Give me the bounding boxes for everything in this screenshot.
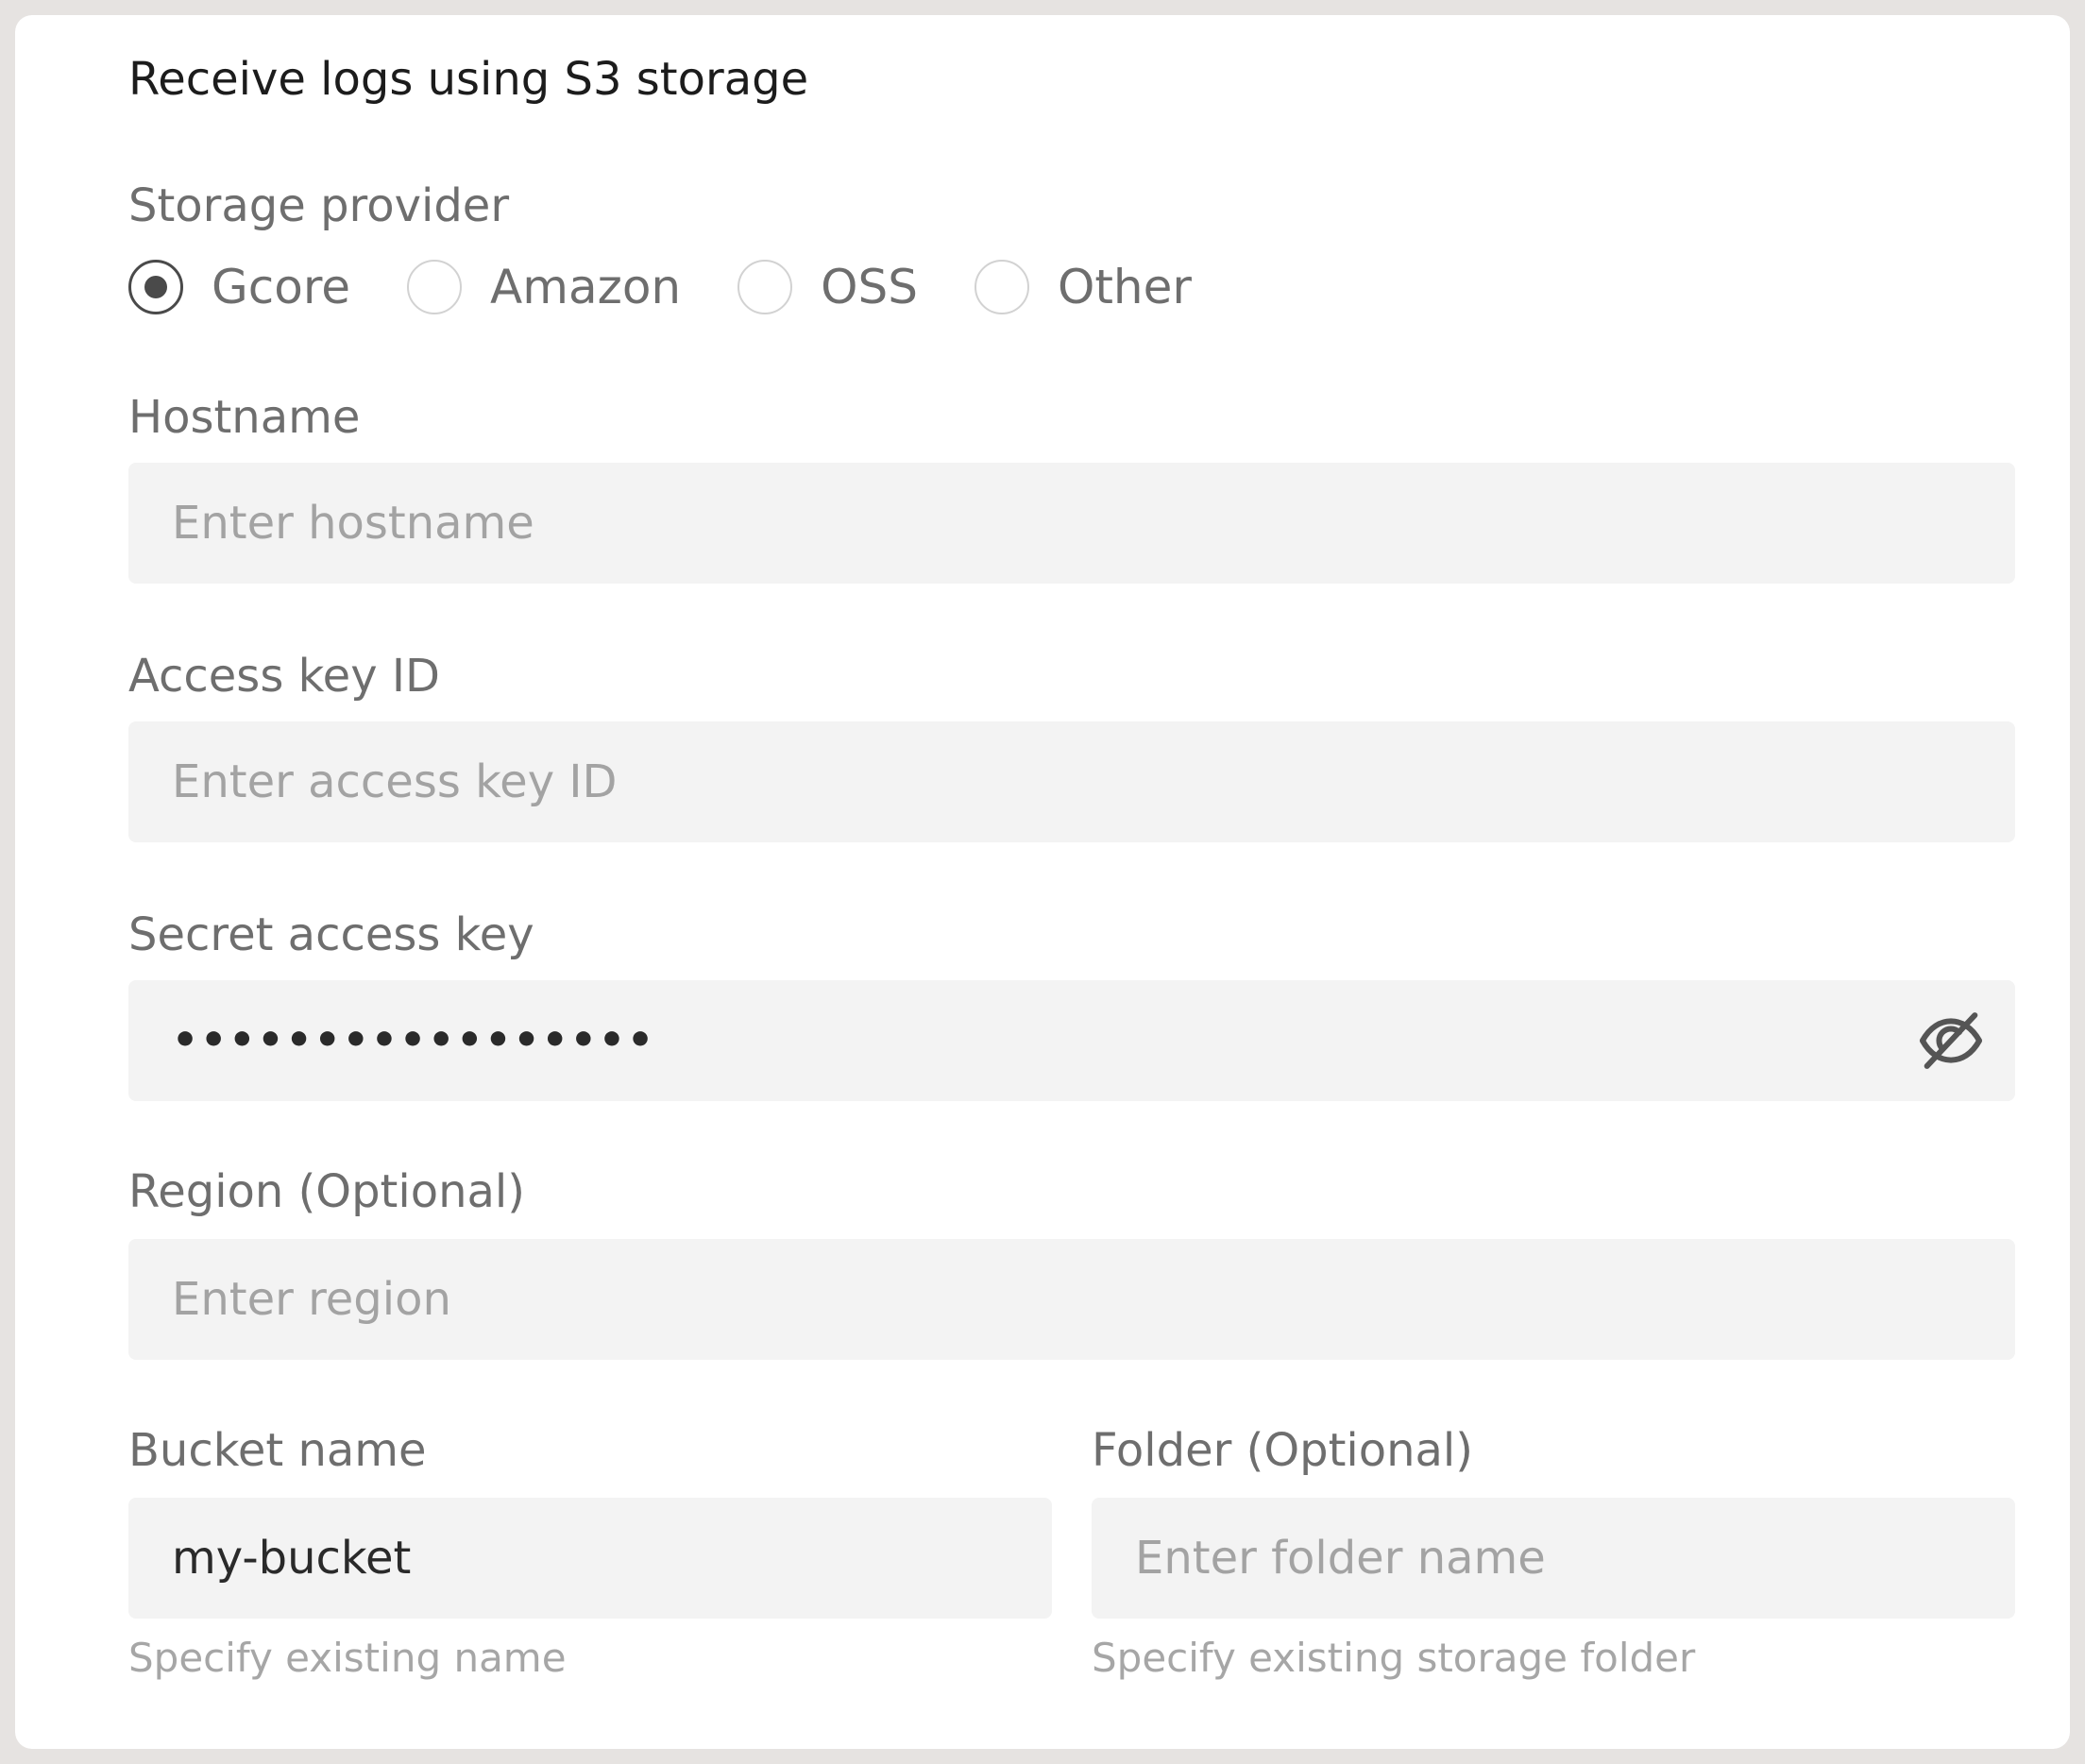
folder-hint: Specify existing storage folder: [1092, 1635, 1696, 1681]
radio-gcore[interactable]: Gcore: [128, 259, 350, 315]
eye-off-icon[interactable]: [1913, 1003, 1989, 1078]
radio-other[interactable]: Other: [974, 259, 1192, 315]
secret-access-key-label: Secret access key: [128, 908, 534, 961]
radio-oss-circle[interactable]: [737, 260, 793, 314]
radio-other-label[interactable]: Other: [1058, 259, 1192, 315]
region-label: Region (Optional): [128, 1165, 525, 1218]
radio-amazon[interactable]: Amazon: [407, 259, 681, 315]
radio-gcore-label[interactable]: Gcore: [212, 259, 350, 315]
folder-field[interactable]: [1092, 1498, 2015, 1619]
radio-amazon-label[interactable]: Amazon: [490, 259, 681, 315]
radio-selected-dot: [144, 276, 167, 298]
radio-oss[interactable]: OSS: [737, 259, 918, 315]
storage-provider-radio-group: Gcore Amazon OSS Other: [128, 259, 1192, 315]
access-key-id-label: Access key ID: [128, 650, 440, 703]
radio-amazon-circle[interactable]: [407, 260, 463, 314]
hostname-label: Hostname: [128, 391, 361, 444]
access-key-id-input[interactable]: [172, 755, 1992, 808]
radio-gcore-circle[interactable]: [128, 260, 183, 314]
hostname-field[interactable]: [128, 463, 2015, 584]
storage-provider-label: Storage provider: [128, 179, 510, 232]
folder-input[interactable]: [1135, 1532, 1992, 1585]
bucket-name-field[interactable]: [128, 1498, 1052, 1619]
s3-storage-card: Receive logs using S3 storage Storage pr…: [15, 15, 2070, 1749]
radio-other-circle[interactable]: [974, 260, 1029, 314]
radio-oss-label[interactable]: OSS: [821, 259, 918, 315]
folder-label: Folder (Optional): [1092, 1424, 1473, 1477]
bucket-name-hint: Specify existing name: [128, 1635, 567, 1681]
secret-access-key-input[interactable]: •••••••••••••••••: [172, 1012, 1913, 1069]
section-title: Receive logs using S3 storage: [128, 53, 809, 106]
secret-access-key-field[interactable]: •••••••••••••••••: [128, 980, 2015, 1101]
bucket-name-input[interactable]: [172, 1532, 1029, 1585]
region-input[interactable]: [172, 1273, 1992, 1326]
hostname-input[interactable]: [172, 497, 1992, 550]
access-key-id-field[interactable]: [128, 721, 2015, 842]
bucket-name-label: Bucket name: [128, 1424, 427, 1477]
region-field[interactable]: [128, 1239, 2015, 1360]
